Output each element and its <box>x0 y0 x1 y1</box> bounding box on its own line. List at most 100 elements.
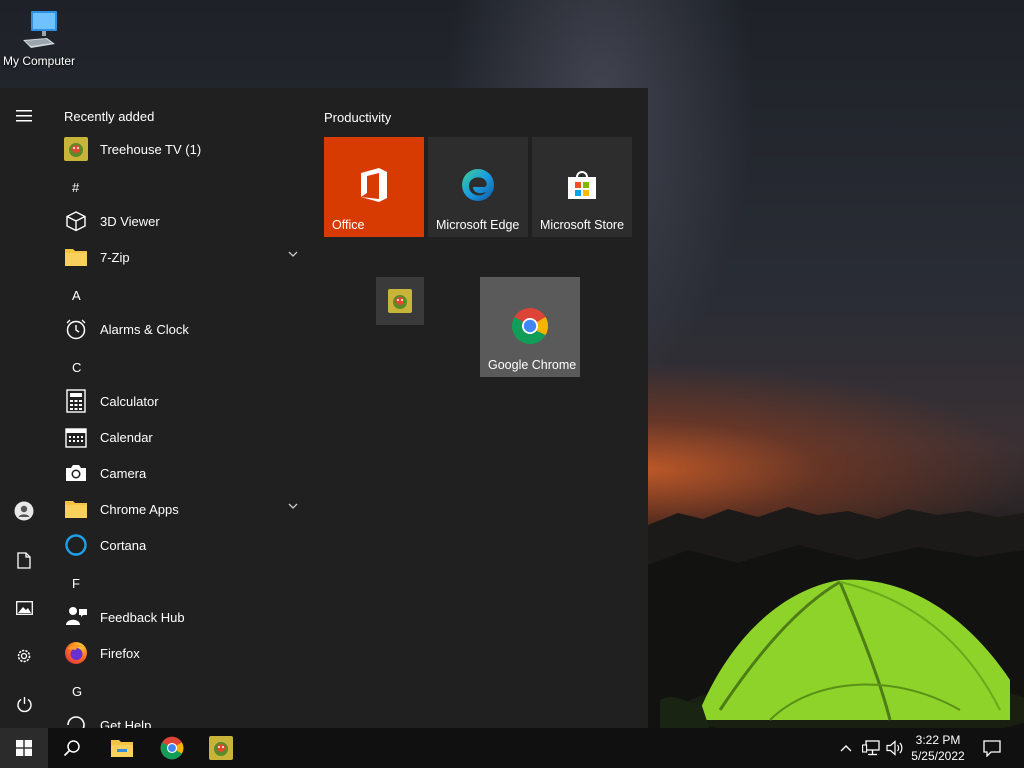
folder-icon <box>64 245 88 269</box>
app-item-calendar[interactable]: Calendar <box>60 419 304 455</box>
user-icon <box>14 501 34 521</box>
volume-button[interactable] <box>884 728 906 768</box>
taskbar-treehouse-tv[interactable] <box>197 728 245 768</box>
folder-icon <box>64 497 88 521</box>
app-item-firefox[interactable]: Firefox <box>60 635 304 671</box>
tile-group-heading: Productivity <box>324 110 392 125</box>
tile-google-chrome[interactable]: Google Chrome <box>480 277 580 377</box>
chevron-down-icon <box>288 503 298 509</box>
taskbar-google-chrome[interactable] <box>148 728 196 768</box>
power-icon <box>16 696 32 712</box>
desktop-icon-label: My Computer <box>2 54 76 68</box>
chevron-down-icon <box>288 251 298 257</box>
taskbar-clock[interactable]: 3:22 PM 5/25/2022 <box>905 732 971 764</box>
clock-time: 3:22 PM <box>915 733 961 747</box>
app-item-camera[interactable]: Camera <box>60 455 304 491</box>
app-label: Firefox <box>100 645 140 661</box>
taskbar: 3:22 PM 5/25/2022 <box>0 728 1024 768</box>
tile-label: Office <box>332 218 365 232</box>
app-item-7-zip[interactable]: 7-Zip <box>60 239 304 275</box>
settings-button[interactable] <box>0 636 48 676</box>
tile-label: Microsoft Store <box>540 218 625 232</box>
app-label: Calendar <box>100 429 153 445</box>
app-label: Chrome Apps <box>100 501 179 517</box>
treehouse-icon <box>388 289 412 313</box>
chrome-icon <box>160 736 184 760</box>
notification-icon <box>983 739 1001 757</box>
app-label: Alarms & Clock <box>100 321 189 337</box>
app-item-treehouse-tv[interactable]: Treehouse TV (1) <box>60 131 304 167</box>
firefox-icon <box>64 641 88 665</box>
camera-icon <box>64 461 88 485</box>
account-button[interactable] <box>0 491 48 531</box>
tent-image <box>660 579 1024 730</box>
tile-microsoft-store[interactable]: Microsoft Store <box>532 137 632 237</box>
section-letter-hash[interactable]: # <box>72 180 79 195</box>
hamburger-icon <box>16 110 32 122</box>
gear-icon <box>17 649 31 663</box>
network-button[interactable] <box>860 728 882 768</box>
start-button[interactable] <box>0 728 48 768</box>
tile-label: Google Chrome <box>488 358 577 372</box>
my-computer-desktop-icon[interactable]: My Computer <box>0 8 78 68</box>
chevron-up-icon <box>840 745 852 752</box>
app-label: Camera <box>100 465 147 481</box>
app-item-feedback-hub[interactable]: Feedback Hub <box>60 599 304 635</box>
cube-icon <box>64 209 88 233</box>
tile-office[interactable]: Office <box>324 137 424 237</box>
tile-treehouse-tv[interactable] <box>376 277 424 325</box>
alarm-clock-icon <box>64 317 88 341</box>
app-label: Feedback Hub <box>100 609 185 625</box>
start-menu-rail <box>0 88 48 728</box>
windows-logo-icon <box>16 740 32 756</box>
search-icon <box>63 740 80 757</box>
office-icon <box>361 168 387 202</box>
show-hidden-icons-button[interactable] <box>836 728 856 768</box>
feedback-icon <box>64 605 88 629</box>
pictures-button[interactable] <box>0 588 48 628</box>
action-center-button[interactable] <box>978 728 1006 768</box>
documents-button[interactable] <box>0 540 48 580</box>
app-item-get-help[interactable]: Get Help <box>60 707 304 728</box>
app-label: 7-Zip <box>100 249 130 265</box>
app-item-calculator[interactable]: Calculator <box>60 383 304 419</box>
hamburger-menu-button[interactable] <box>0 96 48 136</box>
taskbar-file-explorer[interactable] <box>98 728 146 768</box>
store-bag-icon <box>568 171 596 199</box>
power-button[interactable] <box>0 684 48 724</box>
chrome-icon <box>511 308 549 345</box>
tile-label: Microsoft Edge <box>436 218 520 232</box>
start-menu: Recently added Treehouse TV (1) # 3D Vie… <box>0 88 648 728</box>
search-button[interactable] <box>48 728 96 768</box>
app-item-chrome-apps[interactable]: Chrome Apps <box>60 491 304 527</box>
speaker-icon <box>886 740 903 756</box>
app-list: Recently added Treehouse TV (1) # 3D Vie… <box>56 88 308 728</box>
edge-icon <box>462 169 494 201</box>
section-letter-g[interactable]: G <box>72 684 82 699</box>
section-letter-c[interactable]: C <box>72 360 81 375</box>
app-label: Calculator <box>100 393 159 409</box>
cortana-icon <box>64 533 88 557</box>
app-label: Get Help <box>100 717 152 729</box>
section-letter-f[interactable]: F <box>72 576 80 591</box>
treehouse-icon <box>64 137 88 161</box>
file-explorer-icon <box>111 740 133 757</box>
app-label: Cortana <box>100 537 147 553</box>
section-letter-a[interactable]: A <box>72 288 81 303</box>
clock-date: 5/25/2022 <box>911 749 965 763</box>
app-label: Treehouse TV (1) <box>100 141 202 157</box>
calendar-icon <box>64 425 88 449</box>
treehouse-icon <box>209 736 233 760</box>
picture-icon <box>15 601 33 615</box>
calculator-icon <box>64 389 88 413</box>
app-item-cortana[interactable]: Cortana <box>60 527 304 563</box>
network-icon <box>862 740 880 756</box>
document-icon <box>17 551 31 569</box>
app-label: 3D Viewer <box>100 213 160 229</box>
tile-microsoft-edge[interactable]: Microsoft Edge <box>428 137 528 237</box>
help-icon <box>64 713 88 728</box>
app-item-3d-viewer[interactable]: 3D Viewer <box>60 203 304 239</box>
app-item-alarms-clock[interactable]: Alarms & Clock <box>60 311 304 347</box>
computer-icon <box>23 11 57 48</box>
recently-added-heading: Recently added <box>64 109 155 124</box>
